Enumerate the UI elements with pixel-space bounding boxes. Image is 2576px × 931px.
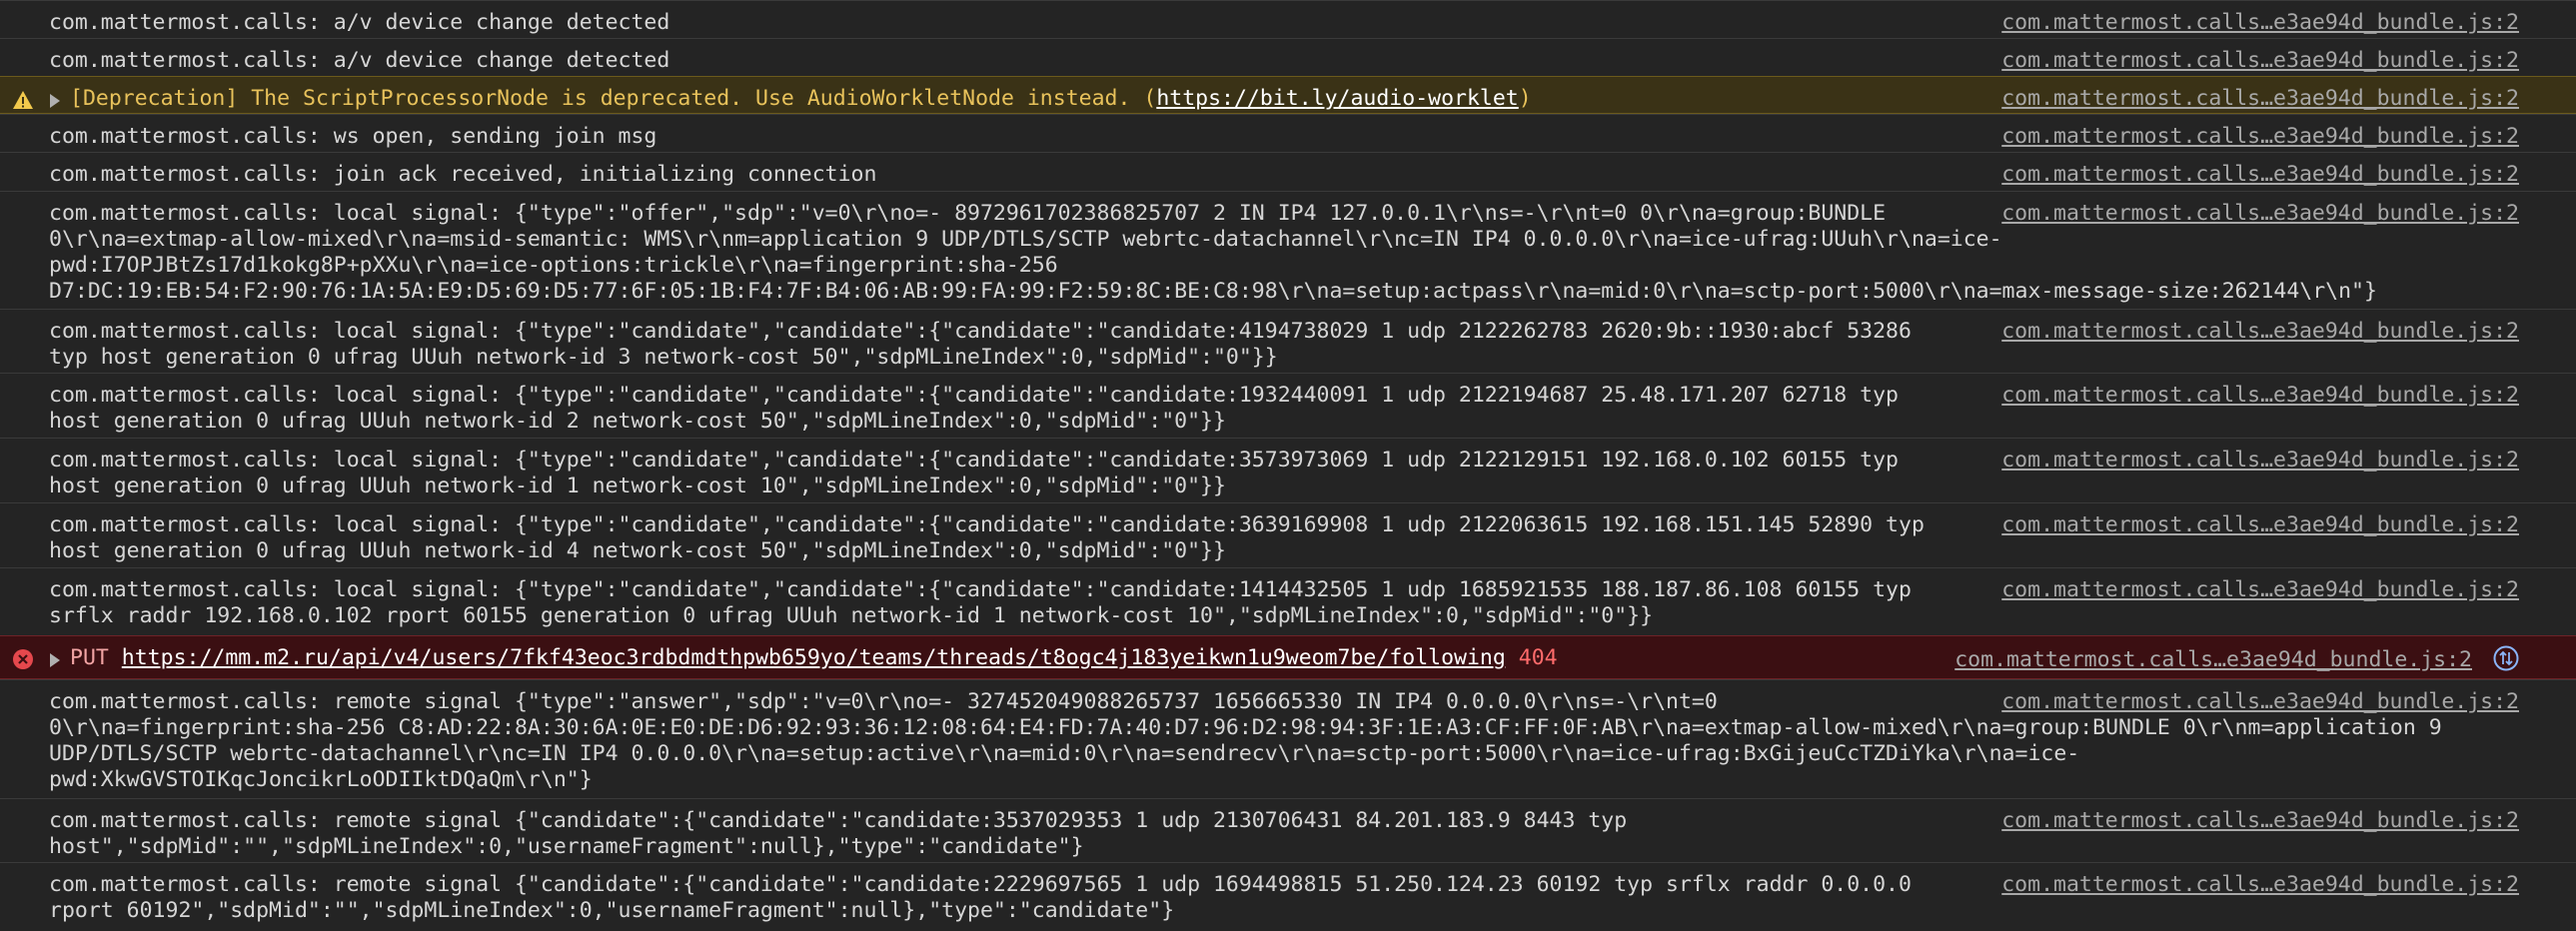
request-url-link[interactable]: https://mm.m2.ru/api/v4/users/7fkf43eoc3…	[122, 645, 1506, 670]
console-error-row: PUT https://mm.m2.ru/api/v4/users/7fkf43…	[0, 635, 2576, 679]
console-message-line: pwd:XkwGVSTOIKqcJoncikrLoODIIktDQaQm\r\n…	[49, 767, 593, 792]
console-log-row: com.mattermost.calls: local signal: {"ty…	[0, 567, 2576, 635]
console-log-row: com.mattermost.calls: remote signal {"ty…	[0, 679, 2576, 798]
console-log-row: com.mattermost.calls: local signal: {"ty…	[0, 438, 2576, 502]
error-icon	[13, 649, 33, 669]
source-link[interactable]: com.mattermost.calls…e3ae94d_bundle.js:2	[2001, 162, 2519, 188]
console-log-row: com.mattermost.calls: join ack received,…	[0, 152, 2576, 191]
console-message: [Deprecation] The ScriptProcessorNode is…	[70, 86, 1968, 112]
console-log-row: com.mattermost.calls: local signal: {"ty…	[0, 502, 2576, 567]
warning-icon	[13, 91, 33, 109]
console-message-line: com.mattermost.calls: local signal: {"ty…	[49, 319, 1912, 344]
console-message-line: host generation 0 ufrag UUuh network-id …	[49, 473, 1226, 498]
source-link[interactable]: com.mattermost.calls…e3ae94d_bundle.js:2	[2001, 808, 2519, 834]
console-message: com.mattermost.calls: remote signal {"ty…	[49, 689, 2442, 793]
console-message: com.mattermost.calls: a/v device change …	[49, 48, 1947, 74]
console-message: com.mattermost.calls: join ack received,…	[49, 162, 1947, 188]
console-message: com.mattermost.calls: remote signal {"ca…	[49, 872, 1947, 924]
console-message: com.mattermost.calls: ws open, sending j…	[49, 124, 1947, 150]
console-message-line: com.mattermost.calls: remote signal {"ty…	[49, 689, 1718, 714]
console-warning-row: [Deprecation] The ScriptProcessorNode is…	[0, 76, 2576, 114]
console-message-line: srflx raddr 192.168.0.102 rport 60155 ge…	[49, 603, 1654, 628]
console-message-line: host generation 0 ufrag UUuh network-id …	[49, 538, 1226, 563]
console-log-row: com.mattermost.calls: ws open, sending j…	[0, 114, 2576, 152]
console-message: com.mattermost.calls: local signal: {"ty…	[49, 448, 1947, 499]
console-message-line: com.mattermost.calls: local signal: {"ty…	[49, 383, 1900, 408]
console-message-line: D7:DC:19:EB:54:F2:90:76:1A:5A:E9:D5:69:D…	[49, 279, 2377, 304]
console-message: PUT https://mm.m2.ru/api/v4/users/7fkf43…	[70, 645, 1968, 671]
console-log-row: com.mattermost.calls: remote signal {"ca…	[0, 862, 2576, 931]
console-message-line: com.mattermost.calls: remote signal {"ca…	[49, 872, 1912, 897]
console-message-line: pwd:I7OPJBtZs17d1kokg8P+pXXu\r\na=ice-op…	[49, 253, 1058, 278]
console-message-line: host generation 0 ufrag UUuh network-id …	[49, 409, 1226, 434]
source-link[interactable]: com.mattermost.calls…e3ae94d_bundle.js:2	[2001, 512, 2519, 538]
console-message-line: 0\r\na=fingerprint:sha-256 C8:AD:22:8A:3…	[49, 715, 2442, 740]
console-message: com.mattermost.calls: local signal: {"ty…	[49, 319, 1947, 371]
http-method: PUT	[70, 645, 109, 670]
expand-triangle-icon[interactable]	[50, 94, 60, 108]
source-link[interactable]: com.mattermost.calls…e3ae94d_bundle.js:2	[2001, 124, 2519, 150]
expand-triangle-icon[interactable]	[50, 653, 60, 667]
source-link[interactable]: com.mattermost.calls…e3ae94d_bundle.js:2	[2001, 48, 2519, 74]
source-link[interactable]: com.mattermost.calls…e3ae94d_bundle.js:2	[2001, 86, 2519, 112]
network-request-icon[interactable]	[2492, 644, 2520, 672]
console-message: com.mattermost.calls: remote signal {"ca…	[49, 808, 1947, 860]
console-message-line: 0\r\na=extmap-allow-mixed\r\na=msid-sema…	[49, 227, 2002, 252]
source-link[interactable]: com.mattermost.calls…e3ae94d_bundle.js:2	[2001, 577, 2519, 603]
source-link[interactable]: com.mattermost.calls…e3ae94d_bundle.js:2	[2001, 319, 2519, 345]
console-log-row: com.mattermost.calls: local signal: {"ty…	[0, 191, 2576, 309]
console-log-row: com.mattermost.calls: remote signal {"ca…	[0, 798, 2576, 862]
console-message: com.mattermost.calls: local signal: {"ty…	[49, 512, 1947, 564]
console-log-row: com.mattermost.calls: a/v device change …	[0, 0, 2576, 38]
console-message-line: com.mattermost.calls: local signal: {"ty…	[49, 448, 1900, 472]
console-message-line: com.mattermost.calls: ws open, sending j…	[49, 124, 657, 149]
source-link[interactable]: com.mattermost.calls…e3ae94d_bundle.js:2	[2001, 689, 2519, 715]
source-link[interactable]: com.mattermost.calls…e3ae94d_bundle.js:2	[2001, 872, 2519, 898]
warning-text: [Deprecation] The ScriptProcessorNode is…	[70, 86, 1157, 111]
console-message-line: UDP/DTLS/SCTP webrtc-datachannel\r\nc=IN…	[49, 741, 2080, 766]
source-link[interactable]: com.mattermost.calls…e3ae94d_bundle.js:2	[1954, 647, 2472, 673]
console-message: com.mattermost.calls: local signal: {"ty…	[49, 383, 1947, 435]
console-message: com.mattermost.calls: local signal: {"ty…	[49, 577, 1947, 629]
console-message-line: com.mattermost.calls: a/v device change …	[49, 10, 670, 35]
console-message-line: com.mattermost.calls: local signal: {"ty…	[49, 201, 1887, 226]
console-message-line: com.mattermost.calls: a/v device change …	[49, 48, 670, 73]
console-message-line: rport 60192","sdpMid":"","sdpMLineIndex"…	[49, 898, 1175, 923]
console-log-row: com.mattermost.calls: local signal: {"ty…	[0, 373, 2576, 438]
warning-text-end: )	[1518, 86, 1532, 111]
console-message-line: com.mattermost.calls: join ack received,…	[49, 162, 877, 187]
console-log-row: com.mattermost.calls: local signal: {"ty…	[0, 309, 2576, 373]
source-link[interactable]: com.mattermost.calls…e3ae94d_bundle.js:2	[2001, 201, 2519, 227]
source-link[interactable]: com.mattermost.calls…e3ae94d_bundle.js:2	[2001, 383, 2519, 409]
console-message-line: com.mattermost.calls: local signal: {"ty…	[49, 577, 1912, 602]
console-message-line: typ host generation 0 ufrag UUuh network…	[49, 345, 1278, 370]
console-log-row: com.mattermost.calls: a/v device change …	[0, 38, 2576, 76]
source-link[interactable]: com.mattermost.calls…e3ae94d_bundle.js:2	[2001, 448, 2519, 473]
warning-link[interactable]: https://bit.ly/audio-worklet	[1156, 86, 1518, 111]
console-message-line: com.mattermost.calls: remote signal {"ca…	[49, 808, 1628, 833]
devtools-console: com.mattermost.calls: a/v device change …	[0, 0, 2576, 931]
console-message: com.mattermost.calls: a/v device change …	[49, 10, 1947, 36]
console-message-line: com.mattermost.calls: local signal: {"ty…	[49, 512, 1925, 537]
source-link[interactable]: com.mattermost.calls…e3ae94d_bundle.js:2	[2001, 10, 2519, 36]
console-message: com.mattermost.calls: local signal: {"ty…	[49, 201, 2377, 305]
console-message-line: host","sdpMid":"","sdpMLineIndex":0,"use…	[49, 834, 1084, 859]
http-status: 404	[1518, 645, 1558, 670]
